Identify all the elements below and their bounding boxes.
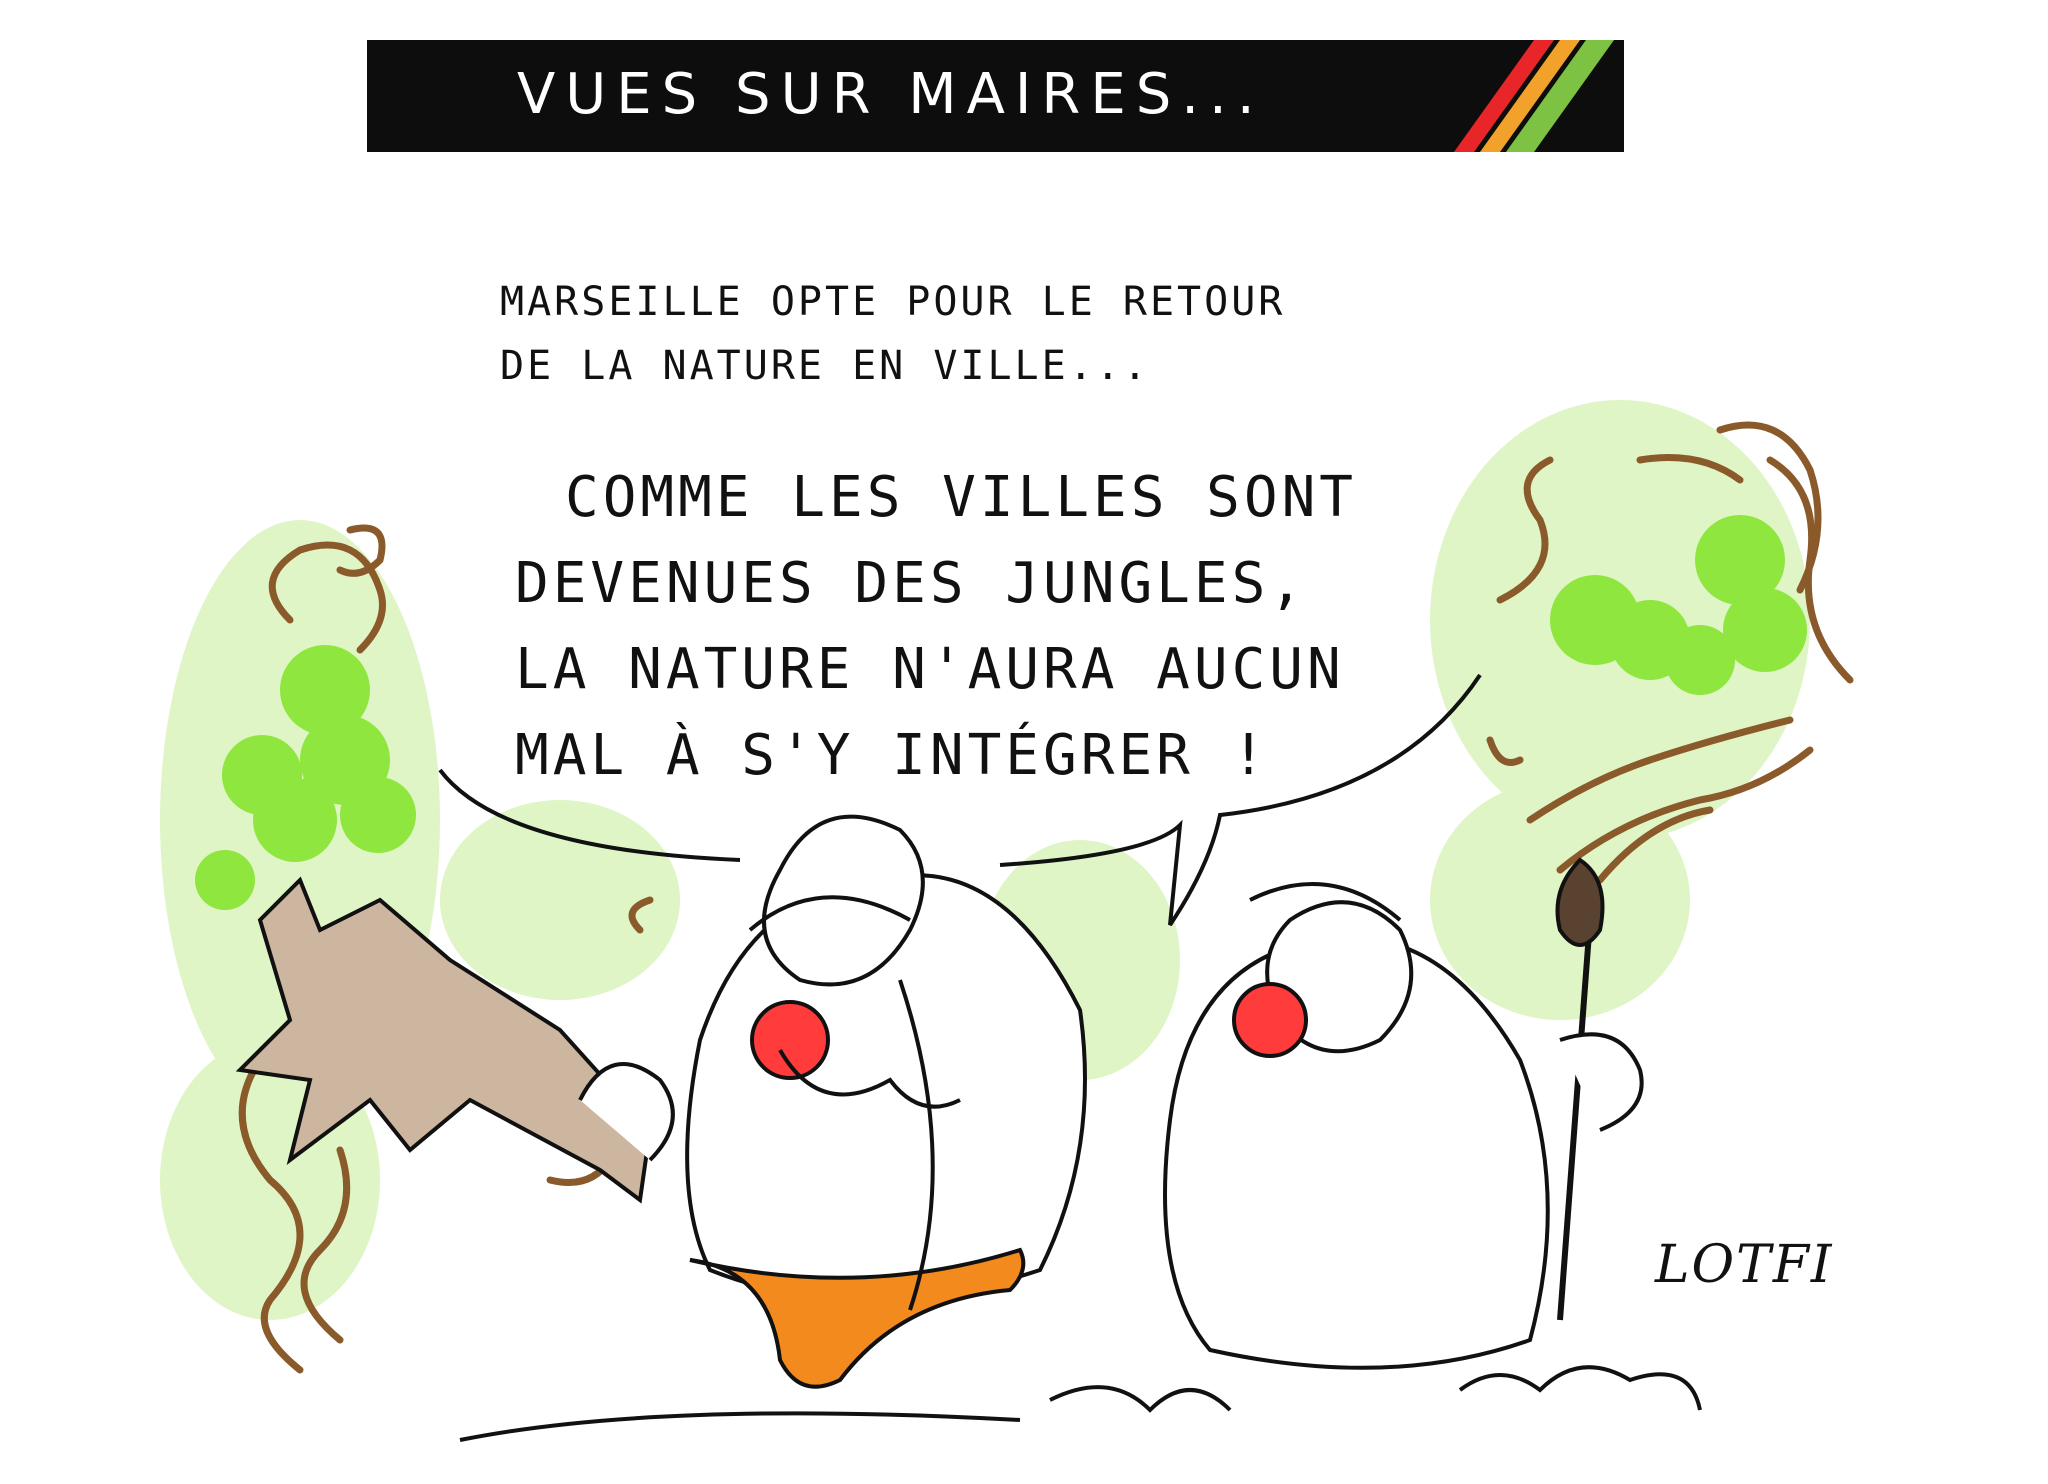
caveman-right [1163, 857, 1644, 1370]
speech-line: LA NATURE N'AURA AUCUN [515, 637, 1345, 702]
speech-text: COMME LES VILLES SONT DEVENUES DES JUNGL… [515, 455, 1495, 799]
speech-line: MAL À S'Y INTÉGRER ! [515, 723, 1270, 788]
artist-signature: LOTFI [1655, 1235, 1834, 1295]
speech-line: DEVENUES DES JUNGLES, [515, 551, 1308, 616]
ground [459, 1365, 1702, 1442]
speech-line: COMME LES VILLES SONT [565, 465, 1358, 530]
